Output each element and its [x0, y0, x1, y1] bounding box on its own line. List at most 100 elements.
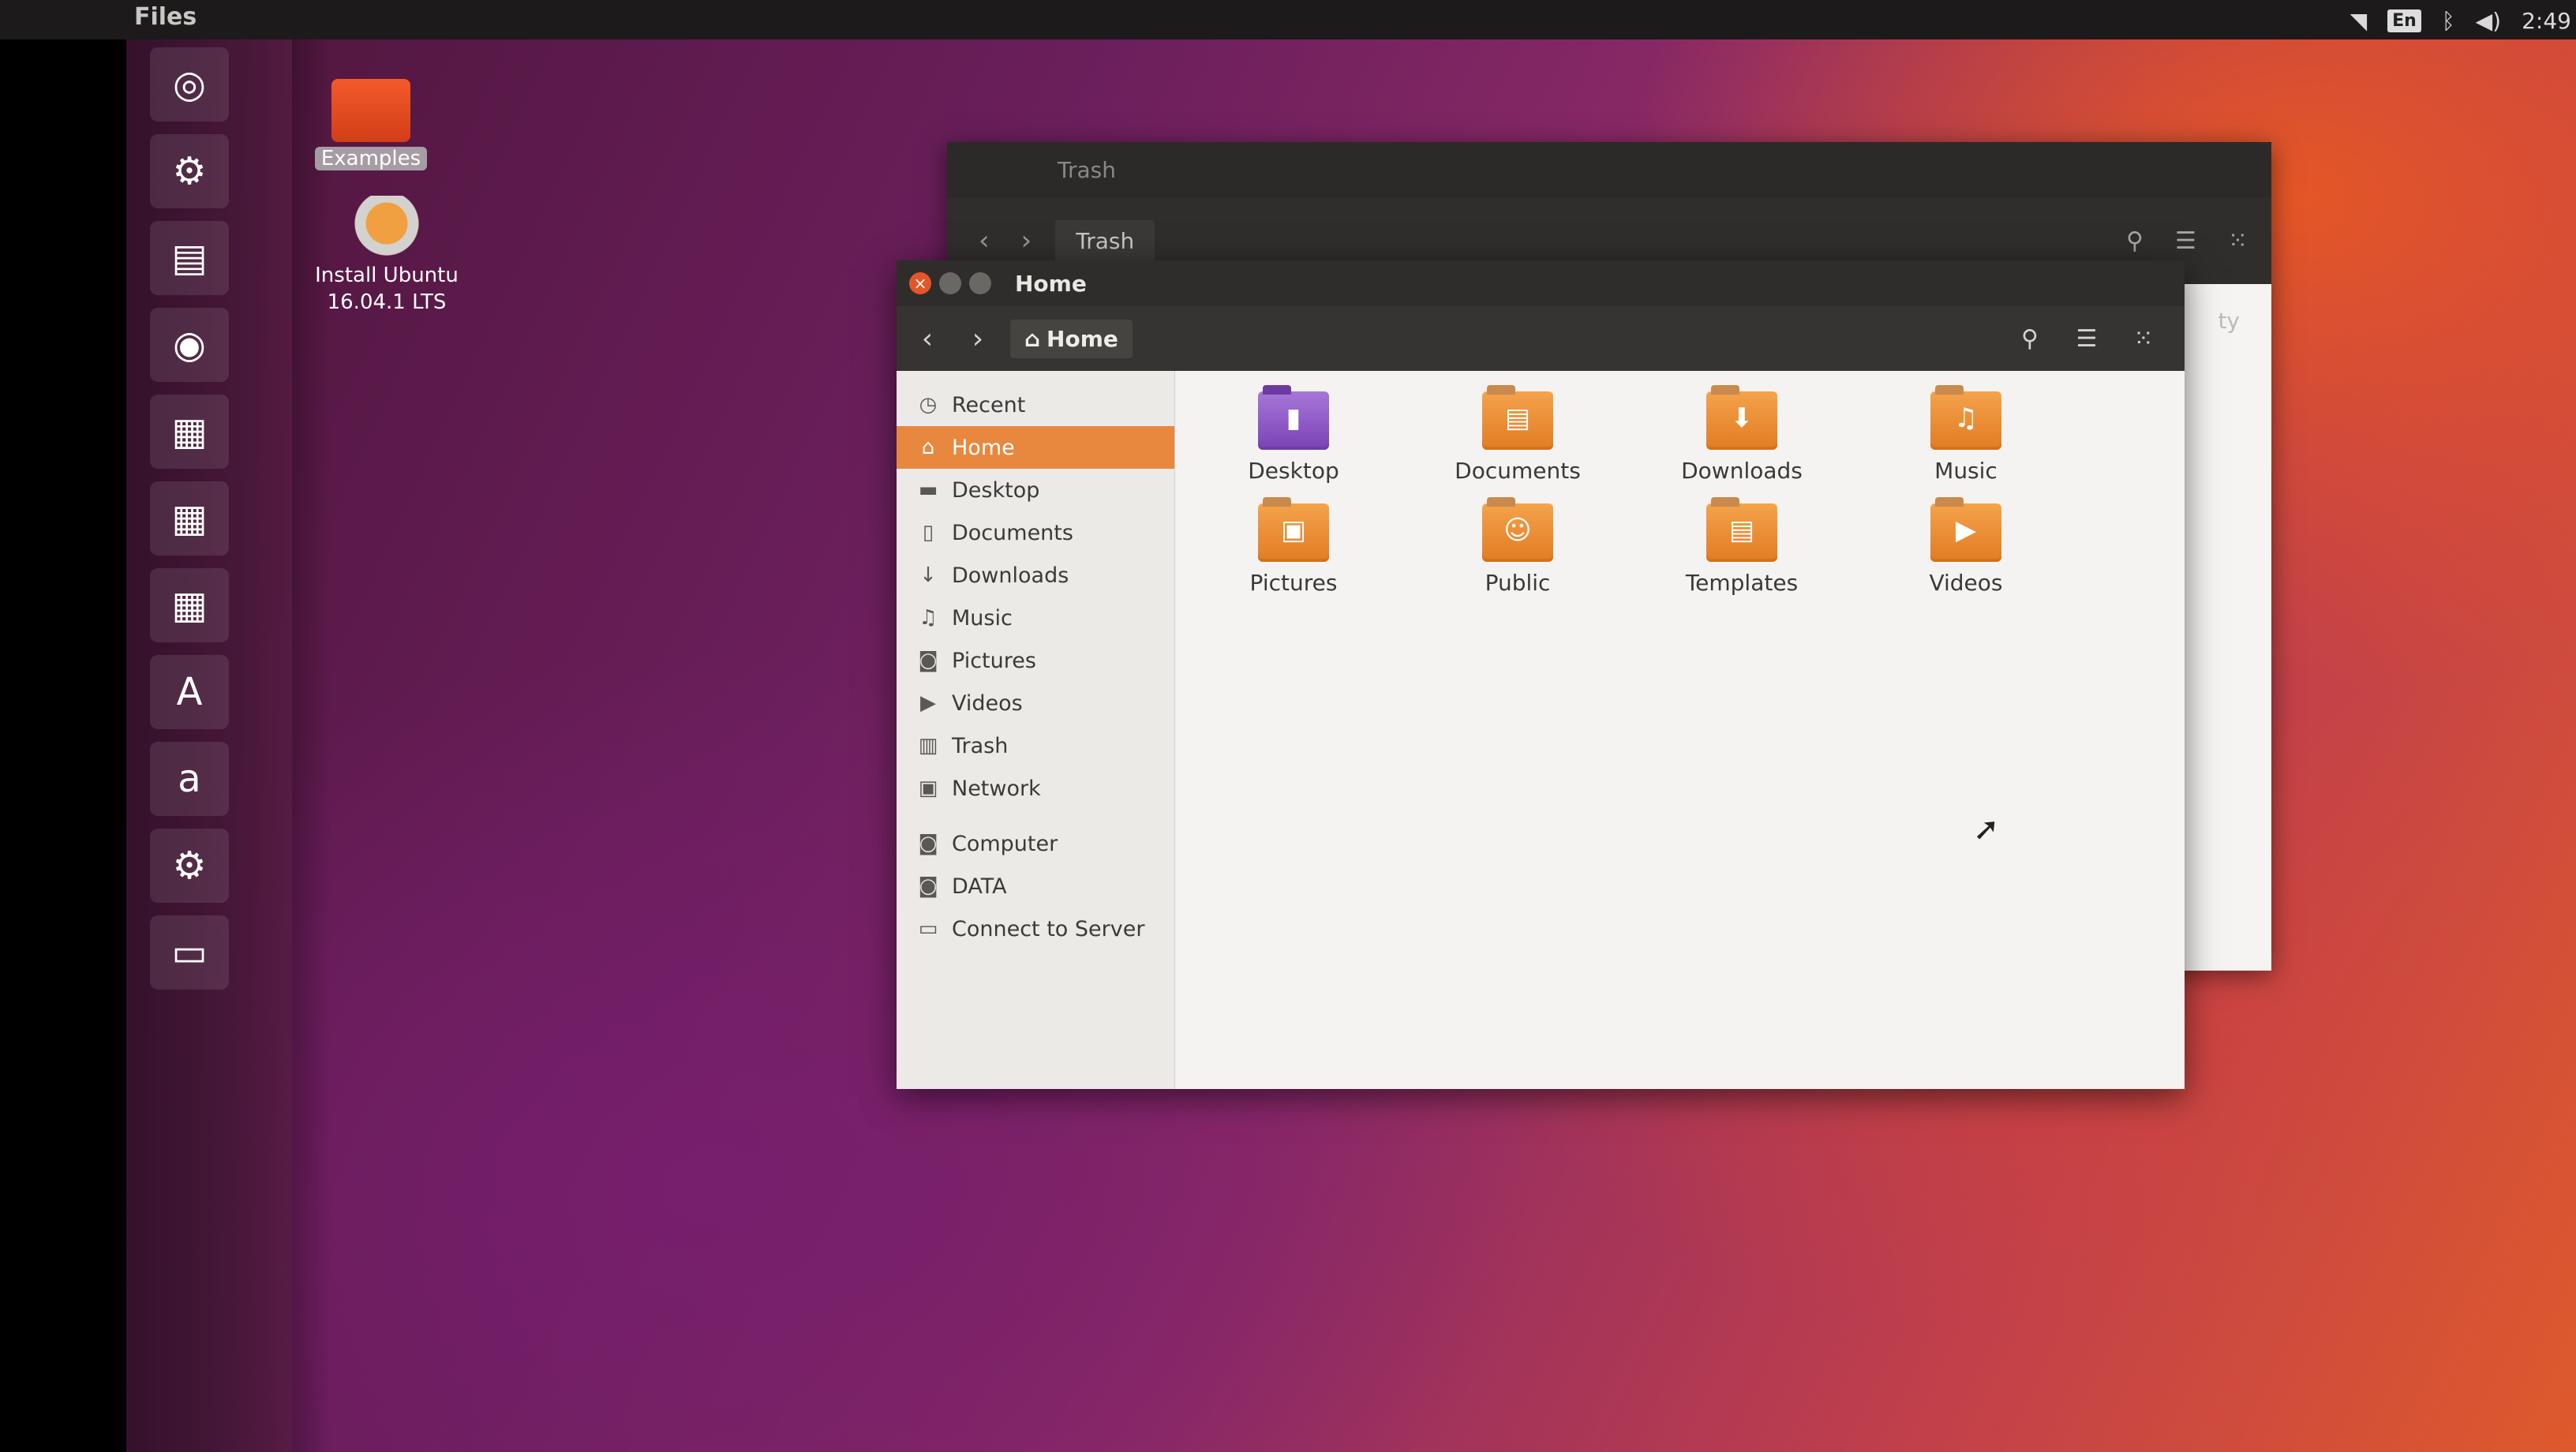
launcher-amazon-icon[interactable]: a [150, 742, 229, 816]
sidebar-item-pictures[interactable]: ◙ Pictures [897, 639, 1174, 682]
maximize-icon[interactable] [969, 272, 991, 294]
launcher-firefox-icon[interactable]: ◉ [150, 308, 229, 382]
sidebar-item-label: Network [952, 776, 1041, 801]
launcher-files-icon[interactable]: ▤ [150, 221, 229, 295]
folder-label: Templates [1685, 570, 1799, 596]
sidebar-item-data[interactable]: ◙ DATA [897, 865, 1174, 908]
sidebar-item-label: Pictures [952, 648, 1036, 673]
bluetooth-icon[interactable]: ᛒ [2442, 8, 2455, 34]
breadcrumb-label: Home [1046, 325, 1118, 352]
file-view[interactable]: ▮ Desktop ▤ Documents ⬇ Downloads ♫ Music ▣ Pictu… [1175, 371, 2185, 1089]
mouse-pointer-icon: ➚ [1973, 811, 2000, 848]
forward-button[interactable]: › [1021, 225, 1032, 256]
sidebar-separator [897, 810, 1174, 822]
list-view-icon[interactable]: ☰ [2175, 227, 2196, 255]
sidebar-item-label: Connect to Server [952, 916, 1145, 941]
forward-button[interactable]: › [958, 319, 998, 358]
computer-icon: ◙ [918, 832, 938, 855]
empty-trash-button[interactable]: ty [2218, 308, 2240, 334]
sidebar-item-desktop[interactable]: ▬ Desktop [897, 469, 1174, 511]
wifi-icon[interactable]: ◥ [2350, 8, 2368, 34]
sidebar-item-computer[interactable]: ◙ Computer [897, 822, 1174, 865]
close-icon[interactable]: × [909, 272, 931, 294]
sidebar-item-recent[interactable]: ◷ Recent [897, 384, 1174, 426]
list-view-icon[interactable]: ☰ [2069, 325, 2104, 353]
folder-label: Pictures [1249, 570, 1338, 596]
clock-icon: ◷ [919, 393, 938, 417]
breadcrumb-home[interactable]: ⌂ Home [1010, 319, 1133, 358]
folder-pictures-icon: ▣ [1258, 497, 1329, 562]
sidebar-item-label: Videos [952, 690, 1023, 716]
launcher-drive-icon[interactable]: ▭ [150, 915, 229, 990]
places-sidebar: ◷ Recent ⌂ Home ▬ Desktop ▯ Documents ↓ Downloads… [897, 371, 1175, 1089]
clock[interactable]: 2:49 [2522, 8, 2571, 34]
download-icon: ↓ [919, 563, 937, 587]
folder-public[interactable]: ☺ Public [1431, 497, 1604, 596]
desktop-icon-examples[interactable]: Examples [308, 79, 434, 170]
sidebar-item-label: Desktop [952, 477, 1040, 503]
top-panel: Files ◥ En ᛒ ◀) 2:49 [0, 0, 2576, 39]
folder-downloads[interactable]: ⬇ Downloads [1655, 385, 1829, 484]
launcher-libreoffice-writer-icon[interactable]: ▦ [150, 395, 229, 469]
sidebar-item-home[interactable]: ⌂ Home [897, 426, 1174, 469]
sidebar-item-network[interactable]: ▣ Network [897, 767, 1174, 810]
minimize-icon[interactable] [939, 272, 961, 294]
folder-label: Desktop [1248, 458, 1339, 484]
launcher-system-settings-icon[interactable]: ⚙ [150, 829, 229, 903]
home-titlebar[interactable]: × Home [897, 260, 2185, 306]
server-icon: ▭ [918, 917, 938, 941]
search-icon[interactable]: ⚲ [2012, 325, 2047, 353]
desktop-icon-label: Examples [314, 147, 428, 170]
keyboard-layout-indicator[interactable]: En [2387, 9, 2421, 32]
trash-window-title: Trash [1058, 156, 1116, 183]
launcher: ◎ ⚙ ▤ ◉ ▦ ▦ ▦ Aa ⚙ ▭ [126, 39, 292, 1452]
back-button[interactable]: ‹ [979, 225, 990, 256]
folder-icon [331, 79, 410, 142]
home-window[interactable]: × Home ‹ › ⌂ Home ⚲ ☰ ⁙ ◷ Recent ⌂ Home ▬ Des… [897, 260, 2185, 1089]
launcher-libreoffice-calc-icon[interactable]: ▦ [150, 481, 229, 556]
grid-view-icon[interactable]: ⁙ [2126, 325, 2161, 353]
folder-videos[interactable]: ▶ Videos [1879, 497, 2053, 596]
folder-public-icon: ☺ [1482, 497, 1553, 562]
folder-desktop-icon: ▮ [1258, 385, 1329, 450]
back-button[interactable]: ‹ [908, 319, 947, 358]
launcher-install-ubuntu-icon[interactable]: ⚙ [150, 134, 229, 208]
system-tray: ◥ En ᛒ ◀) 2:49 [2350, 5, 2576, 36]
panel-app-title: Files [134, 3, 197, 31]
sidebar-item-downloads[interactable]: ↓ Downloads [897, 554, 1174, 597]
desktop-icon: ▬ [918, 478, 938, 502]
folder-music[interactable]: ♫ Music [1879, 385, 2053, 484]
home-body: ◷ Recent ⌂ Home ▬ Desktop ▯ Documents ↓ Downloads… [897, 371, 2185, 1089]
folder-label: Downloads [1681, 458, 1803, 484]
folder-label: Videos [1929, 570, 2003, 596]
folder-documents[interactable]: ▤ Documents [1431, 385, 1604, 484]
sidebar-item-label: Music [952, 605, 1013, 631]
launcher-libreoffice-impress-icon[interactable]: ▦ [150, 568, 229, 642]
launcher-ubuntu-software-icon[interactable]: A [150, 655, 229, 729]
music-icon: ♫ [919, 606, 938, 630]
trash-titlebar[interactable]: Trash [947, 142, 2271, 197]
folder-label: Documents [1455, 458, 1581, 484]
sidebar-item-music[interactable]: ♫ Music [897, 597, 1174, 639]
grid-view-icon[interactable]: ⁙ [2228, 227, 2248, 255]
folder-pictures[interactable]: ▣ Pictures [1207, 497, 1380, 596]
home-icon: ⌂ [1024, 325, 1041, 352]
trash-icon: ▥ [918, 734, 938, 758]
folder-documents-icon: ▤ [1482, 385, 1553, 450]
trash-breadcrumb[interactable]: Trash [1055, 219, 1155, 262]
launcher-dash-home-icon[interactable]: ◎ [150, 47, 229, 122]
sidebar-item-documents[interactable]: ▯ Documents [897, 511, 1174, 554]
drive-icon: ◙ [918, 874, 938, 898]
folder-desktop[interactable]: ▮ Desktop [1207, 385, 1380, 484]
desktop-icon-install-ubuntu[interactable]: Install Ubuntu 16.04.1 LTS [300, 196, 474, 316]
folder-downloads-icon: ⬇ [1706, 385, 1777, 450]
volume-icon[interactable]: ◀) [2476, 8, 2501, 34]
home-headerbar: ‹ › ⌂ Home ⚲ ☰ ⁙ [897, 306, 2185, 372]
sidebar-item-trash[interactable]: ▥ Trash [897, 724, 1174, 767]
sidebar-item-connect-to-server[interactable]: ▭ Connect to Server [897, 908, 1174, 950]
search-icon[interactable]: ⚲ [2126, 227, 2144, 255]
sidebar-item-label: Trash [952, 733, 1009, 758]
sidebar-item-videos[interactable]: ▶ Videos [897, 682, 1174, 724]
network-icon: ▣ [918, 777, 938, 800]
folder-templates[interactable]: ▤ Templates [1655, 497, 1829, 596]
